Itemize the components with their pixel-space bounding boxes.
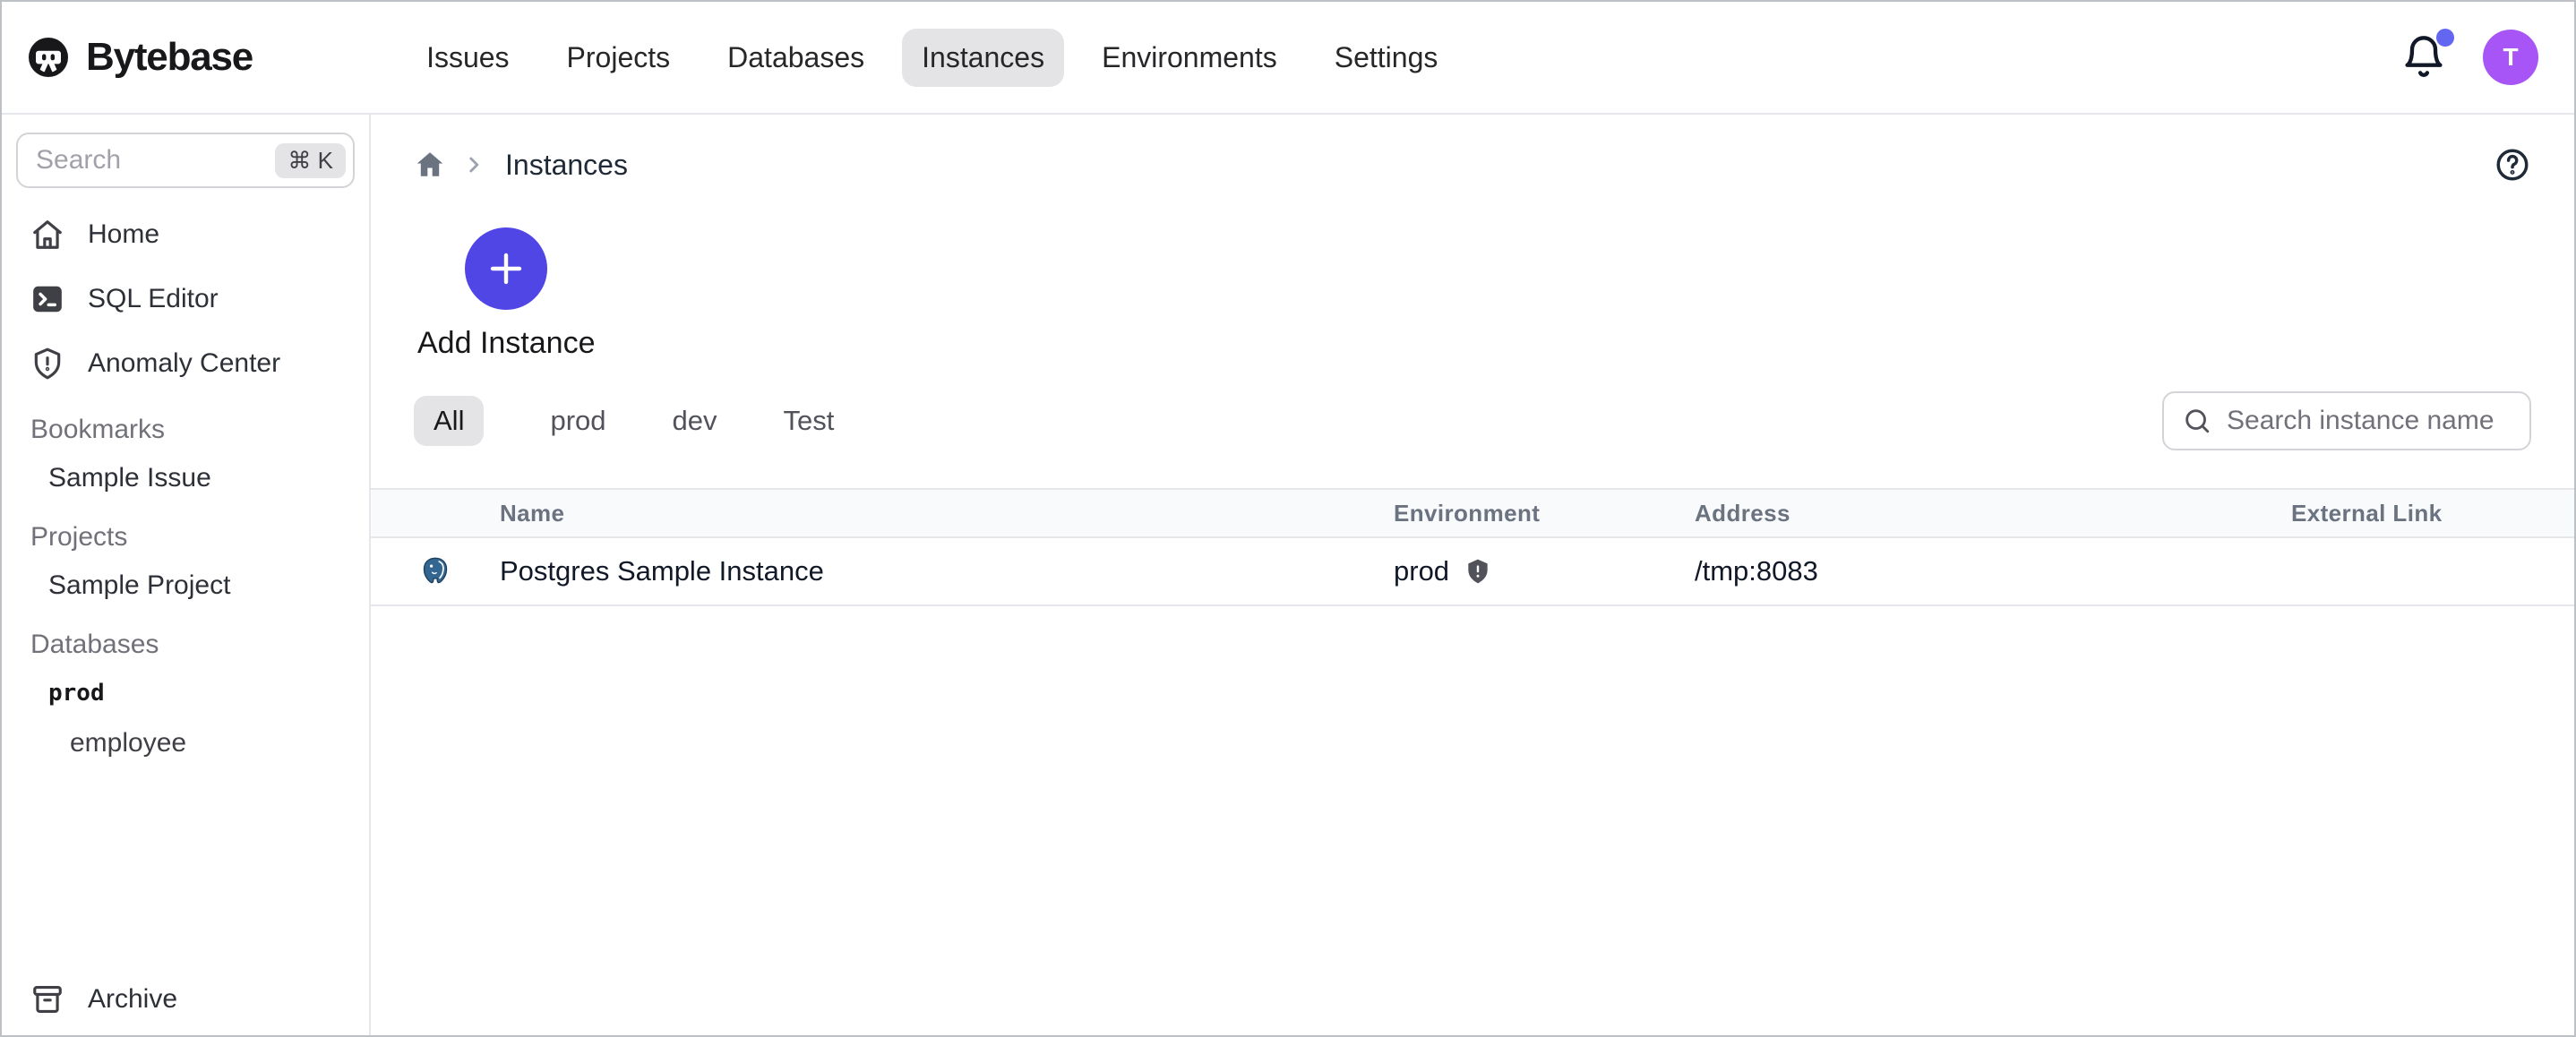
sidebar-item-prod-env[interactable]: prod	[2, 668, 369, 718]
section-title: Databases	[2, 621, 369, 668]
add-instance-button[interactable]: Add Instance	[417, 227, 595, 361]
sidebar-item-home[interactable]: Home	[2, 202, 369, 267]
sidebar-search-input[interactable]	[36, 145, 275, 176]
tab-all[interactable]: All	[414, 396, 484, 446]
header-cell-name: Name	[500, 500, 1394, 527]
home-icon	[30, 218, 64, 252]
sidebar-item-anomaly-center[interactable]: Anomaly Center	[2, 331, 369, 396]
header-cell-address: Address	[1695, 500, 2291, 527]
cell-address: /tmp:8083	[1695, 555, 2291, 587]
environment-tabs: All prod dev Test	[414, 396, 834, 446]
cell-instance-name: Postgres Sample Instance	[500, 555, 1394, 587]
filter-row: All prod dev Test	[371, 391, 2574, 450]
sidebar-section-databases: Databases prod employee	[2, 621, 369, 768]
section-title: Bookmarks	[2, 407, 369, 453]
instances-table: Name Environment Address External Link	[371, 488, 2574, 606]
avatar[interactable]: T	[2483, 30, 2538, 85]
main-content: Instances Add Instance	[371, 115, 2574, 1035]
instance-search[interactable]	[2162, 391, 2531, 450]
archive-icon	[30, 982, 64, 1016]
nav-item-issues[interactable]: Issues	[407, 29, 528, 87]
nav-item-projects[interactable]: Projects	[547, 29, 691, 87]
notifications-button[interactable]	[2400, 34, 2447, 81]
brand-name: Bytebase	[86, 35, 253, 80]
cell-environment: prod	[1394, 555, 1695, 587]
shield-alert-icon	[30, 347, 64, 381]
sidebar-item-sample-project[interactable]: Sample Project	[2, 561, 369, 611]
sidebar-search[interactable]: ⌘ K	[16, 133, 355, 188]
bytebase-logo[interactable]: Bytebase	[27, 35, 253, 80]
header-cell-external-link: External Link	[2291, 500, 2574, 527]
sidebar-section-bookmarks: Bookmarks Sample Issue	[2, 407, 369, 503]
keyboard-shortcut-badge: ⌘ K	[275, 143, 346, 178]
app-window: Bytebase Issues Projects Databases Insta…	[0, 0, 2576, 1037]
nav-item-instances[interactable]: Instances	[902, 29, 1064, 87]
table-row[interactable]: Postgres Sample Instance prod /tmp:8083	[371, 538, 2574, 606]
top-bar: Bytebase Issues Projects Databases Insta…	[2, 2, 2574, 115]
nav-item-databases[interactable]: Databases	[708, 29, 884, 87]
topbar-right: T	[2400, 30, 2538, 85]
breadcrumb: Instances	[371, 115, 2574, 192]
sidebar-item-archive[interactable]: Archive	[2, 967, 369, 1032]
sidebar-item-label: Home	[88, 219, 159, 250]
bytebase-logo-icon	[27, 36, 70, 79]
nav-item-settings[interactable]: Settings	[1315, 29, 1458, 87]
sidebar-section-projects: Projects Sample Project	[2, 514, 369, 611]
sidebar-item-sql-editor[interactable]: SQL Editor	[2, 267, 369, 331]
sidebar-item-label: SQL Editor	[88, 284, 219, 314]
sidebar-item-sample-issue[interactable]: Sample Issue	[2, 453, 369, 503]
nav-item-environments[interactable]: Environments	[1082, 29, 1297, 87]
sidebar: ⌘ K Home	[2, 115, 371, 1035]
section-title: Projects	[2, 514, 369, 561]
search-icon	[2182, 406, 2212, 436]
add-instance-label: Add Instance	[417, 326, 595, 361]
avatar-letter: T	[2503, 43, 2518, 72]
sidebar-nav: Home SQL Editor	[2, 202, 369, 396]
chevron-right-icon	[462, 153, 485, 176]
sidebar-item-label: Anomaly Center	[88, 348, 280, 379]
tab-prod[interactable]: prod	[550, 405, 605, 437]
help-button[interactable]	[2494, 146, 2531, 184]
shield-protected-icon	[1464, 557, 1492, 586]
tab-dev[interactable]: dev	[673, 405, 717, 437]
notification-dot	[2436, 29, 2454, 47]
environment-label: prod	[1394, 555, 1449, 587]
plus-icon	[465, 227, 547, 310]
header-cell-environment: Environment	[1394, 500, 1695, 527]
instance-search-input[interactable]	[2227, 406, 2512, 436]
top-navigation: Issues Projects Databases Instances Envi…	[407, 29, 1457, 87]
tab-test[interactable]: Test	[783, 405, 834, 437]
sidebar-item-employee-db[interactable]: employee	[2, 718, 369, 768]
breadcrumb-current: Instances	[505, 149, 628, 182]
terminal-icon	[30, 282, 64, 316]
postgres-icon	[371, 556, 500, 587]
table-header-row: Name Environment Address External Link	[371, 488, 2574, 538]
sidebar-item-label: Archive	[88, 984, 177, 1015]
home-icon[interactable]	[414, 149, 446, 181]
